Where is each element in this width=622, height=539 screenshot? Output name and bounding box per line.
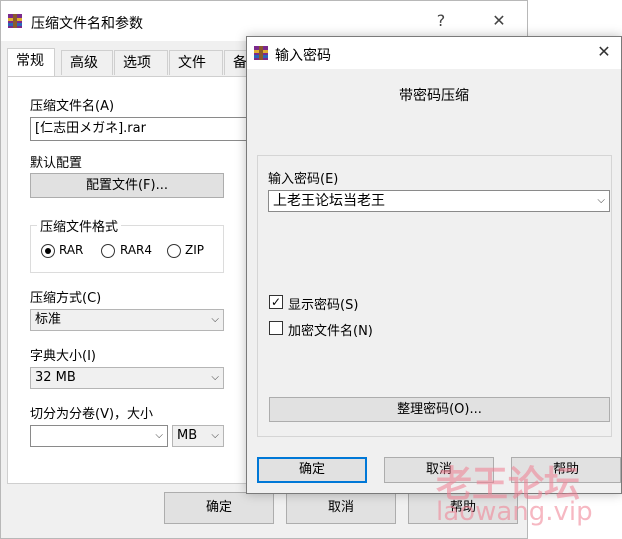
tab-advanced[interactable]: 高级 [61,50,113,75]
password-value: 上老王论坛当老王 [273,193,385,209]
encrypt-names-label: 加密文件名(N) [288,324,373,339]
show-password-checkbox[interactable]: ✓ [269,295,283,309]
chevron-down-icon: ⌵ [211,372,219,383]
chevron-down-icon: ⌵ [211,430,219,441]
tab-options[interactable]: 选项 [114,50,168,75]
watermark-url: laowang.vip [436,497,593,527]
chevron-down-icon: ⌵ [211,314,219,325]
password-dialog: 输入密码 ✕ 带密码压缩 输入密码(E) 上老王论坛当老王 ⌵ ✓ 显示密码(S… [246,36,622,494]
format-group: 压缩文件格式 RAR RAR4 ZIP [30,216,224,273]
split-size-input[interactable]: ⌵ [30,425,168,447]
bg-cancel-button[interactable]: 取消 [286,492,396,524]
radio-zip-label: ZIP [185,243,204,257]
winrar-icon [8,14,22,28]
window-title: 压缩文件名和参数 [31,16,143,32]
method-value: 标准 [35,312,62,327]
dialog-title: 输入密码 [275,48,331,64]
password-label: 输入密码(E) [268,172,339,187]
dict-value: 32 MB [35,370,76,385]
radio-rar4[interactable] [101,244,115,258]
dialog-title-bar: 输入密码 ✕ [247,37,621,69]
format-group-label: 压缩文件格式 [37,216,122,235]
radio-zip[interactable] [167,244,181,258]
close-icon[interactable]: ✕ [593,41,615,63]
method-select[interactable]: 标准 ⌵ [30,309,224,331]
winrar-icon [254,46,268,60]
radio-rar4-label: RAR4 [120,243,153,257]
tab-files[interactable]: 文件 [169,50,223,75]
close-icon[interactable]: ✕ [485,9,513,33]
title-bar: 压缩文件名和参数 ? ✕ [1,1,527,41]
dialog-heading: 带密码压缩 [399,88,469,104]
encrypt-names-checkbox[interactable] [269,321,283,335]
dict-select[interactable]: 32 MB ⌵ [30,367,224,389]
split-unit-select[interactable]: MB ⌵ [172,425,224,447]
ok-button[interactable]: 确定 [257,457,367,483]
organize-passwords-button[interactable]: 整理密码(O)... [269,397,610,422]
chevron-down-icon: ⌵ [597,195,605,206]
split-label: 切分为分卷(V)，大小 [30,407,154,422]
help-icon[interactable]: ? [427,9,455,33]
radio-rar-label: RAR [59,243,84,257]
bg-ok-button[interactable]: 确定 [164,492,274,524]
tab-general[interactable]: 常规 [7,48,55,76]
archive-name-input[interactable]: [仁志田メガネ].rar [30,117,260,141]
profile-button[interactable]: 配置文件(F)... [30,173,224,198]
dict-label: 字典大小(I) [30,349,96,364]
password-group: 输入密码(E) 上老王论坛当老王 ⌵ ✓ 显示密码(S) 加密文件名(N) 整理… [257,155,612,437]
split-unit-value: MB [177,428,198,443]
archive-name-label: 压缩文件名(A) [30,99,115,114]
password-input[interactable]: 上老王论坛当老王 ⌵ [268,190,610,212]
method-label: 压缩方式(C) [30,291,102,306]
radio-rar[interactable] [41,244,55,258]
default-profile-label: 默认配置 [30,156,83,171]
show-password-label: 显示密码(S) [288,298,359,313]
chevron-down-icon: ⌵ [155,430,163,441]
